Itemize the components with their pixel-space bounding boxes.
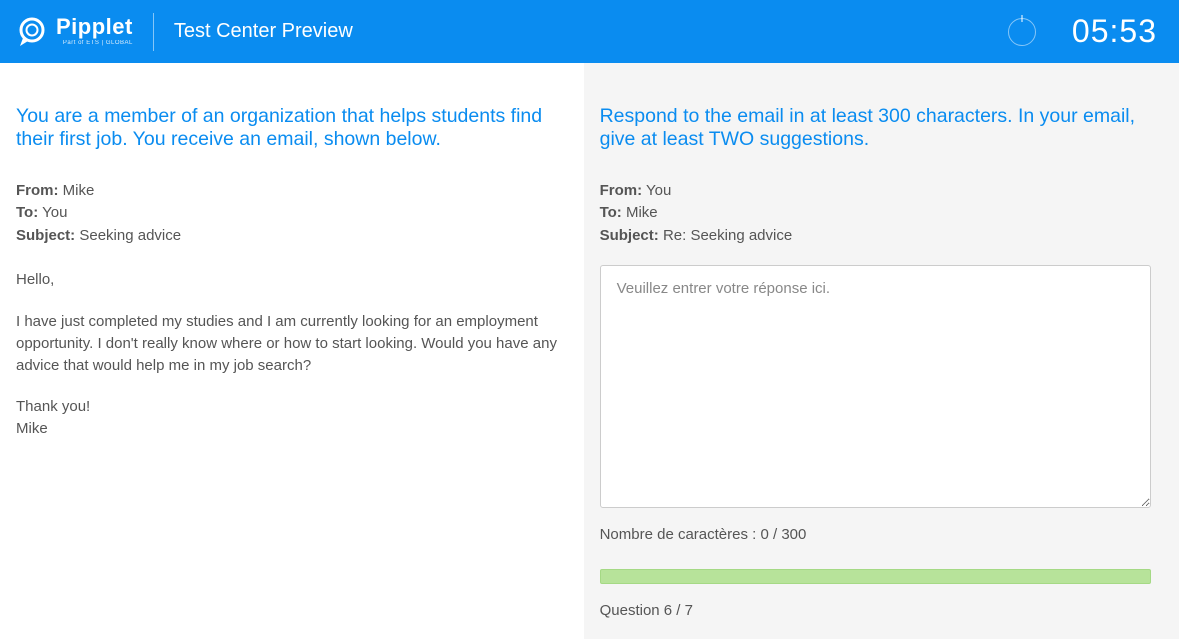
subject-value: Re: Seeking advice — [663, 227, 792, 244]
response-textarea[interactable] — [600, 265, 1151, 507]
from-label: From: — [600, 182, 643, 199]
timer-value: 05:53 — [1072, 13, 1157, 50]
right-panel: Respond to the email in at least 300 cha… — [584, 63, 1179, 639]
to-label: To: — [600, 204, 622, 221]
to-value: Mike — [626, 204, 658, 221]
from-value: You — [646, 182, 671, 199]
incoming-email-body: Hello, I have just completed my studies … — [16, 269, 564, 440]
brand-logo: Pipplet Part of ETS | GLOBAL — [16, 16, 133, 48]
to-value: You — [42, 204, 67, 221]
main-content: You are a member of an organization that… — [0, 63, 1179, 639]
brand-name: Pipplet — [56, 16, 133, 38]
email-greeting: Hello, — [16, 269, 564, 291]
header-bar: Pipplet Part of ETS | GLOBAL Test Center… — [0, 0, 1179, 63]
timer-icon — [1008, 18, 1036, 46]
brand-subtext: Part of ETS | GLOBAL — [63, 40, 133, 46]
subject-label: Subject: — [16, 227, 75, 244]
from-value: Mike — [63, 182, 95, 199]
page-title: Test Center Preview — [174, 20, 353, 43]
subject-value: Seeking advice — [79, 227, 181, 244]
email-paragraph: I have just completed my studies and I a… — [16, 311, 564, 376]
speech-bubble-icon — [16, 16, 48, 48]
email-signoff: Thank you! Mike — [16, 396, 564, 440]
left-panel: You are a member of an organization that… — [0, 63, 584, 639]
incoming-email-meta: From: Mike To: You Subject: Seeking advi… — [16, 180, 564, 248]
question-counter: Question 6 / 7 — [600, 602, 1151, 619]
scenario-prompt: You are a member of an organization that… — [16, 105, 564, 152]
header-divider — [153, 13, 154, 51]
from-label: From: — [16, 182, 59, 199]
progress-bar — [600, 569, 1151, 584]
reply-email-meta: From: You To: Mike Subject: Re: Seeking … — [600, 180, 1151, 248]
subject-label: Subject: — [600, 227, 659, 244]
character-count: Nombre de caractères : 0 / 300 — [600, 526, 1151, 543]
to-label: To: — [16, 204, 38, 221]
task-prompt: Respond to the email in at least 300 cha… — [600, 105, 1151, 152]
